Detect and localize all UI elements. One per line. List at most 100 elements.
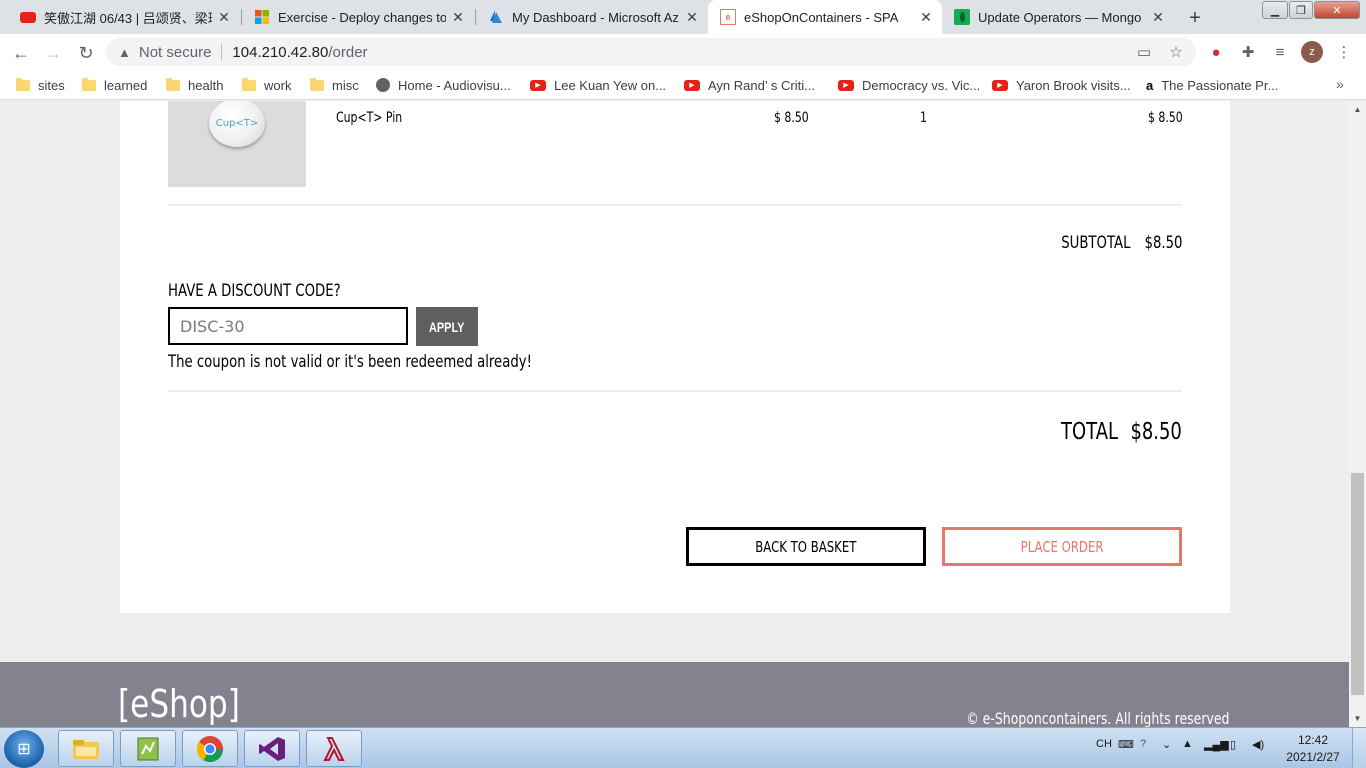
bookmark-work[interactable]: work bbox=[242, 76, 291, 94]
back-to-basket-button[interactable]: BACK TO BASKET bbox=[686, 527, 926, 566]
tab-title: 笑傲江湖 06/43 | 吕颂贤、梁琤 bbox=[44, 10, 212, 26]
bookmark-label: learned bbox=[104, 77, 148, 93]
bookmark-lee-kuan-yew[interactable]: ▶ Lee Kuan Yew on... bbox=[530, 76, 666, 94]
bookmark-label: misc bbox=[332, 77, 359, 93]
browser-tab-eshop[interactable]: e eShopOnContainers - SPA ✕ bbox=[708, 0, 942, 34]
bookmark-label: Democracy vs. Vic... bbox=[862, 77, 981, 93]
close-icon[interactable]: ✕ bbox=[684, 9, 700, 25]
show-hidden-icons-icon[interactable]: ▲ bbox=[1182, 738, 1193, 750]
file-explorer-icon[interactable] bbox=[58, 730, 114, 767]
browser-tab-exercise[interactable]: Exercise - Deploy changes to ✕ bbox=[242, 0, 474, 34]
browser-tab-strip: 笑傲江湖 06/43 | 吕颂贤、梁琤 ✕ Exercise - Deploy … bbox=[0, 0, 1366, 34]
cast-icon[interactable]: ▭ bbox=[1134, 42, 1154, 62]
media-control-icon[interactable]: ≡ bbox=[1270, 42, 1290, 62]
adblock-icon[interactable]: ● bbox=[1206, 42, 1226, 62]
close-icon[interactable]: ✕ bbox=[918, 9, 934, 25]
folder-icon bbox=[310, 77, 324, 91]
close-icon[interactable]: ✕ bbox=[216, 9, 232, 25]
close-icon[interactable]: ✕ bbox=[450, 9, 466, 25]
start-button[interactable]: ⊞ bbox=[4, 730, 44, 768]
chrome-icon[interactable] bbox=[182, 730, 238, 767]
system-clock[interactable]: 12:42 2021/2/27 bbox=[1282, 732, 1344, 766]
notes-icon[interactable] bbox=[120, 730, 176, 767]
place-order-button[interactable]: PLACE ORDER bbox=[942, 527, 1182, 566]
bookmark-label: health bbox=[188, 77, 224, 93]
bookmark-label: Lee Kuan Yew on... bbox=[554, 77, 667, 93]
bookmark-home-audiovisual[interactable]: Home - Audiovisu... bbox=[376, 76, 511, 94]
browser-toolbar: ← → ↻ ▲ Not secure 104.210.42.80 /order … bbox=[0, 34, 1366, 70]
subtotal-value: $8.50 bbox=[1144, 233, 1182, 253]
minimize-button[interactable]: ▁ bbox=[1262, 1, 1288, 19]
os-taskbar: ⊞ CH ⌨ ? ⌄ ▲ ▂▄▆ ▯ ◀) 12:42 2021/2/27 bbox=[0, 727, 1366, 768]
back-arrow-icon[interactable]: ← bbox=[8, 40, 34, 66]
footer-brand[interactable]: [eShop] bbox=[118, 682, 240, 726]
close-icon[interactable]: ✕ bbox=[1150, 9, 1166, 25]
scrollbar-thumb[interactable] bbox=[1351, 473, 1364, 695]
browser-tab-mongodb[interactable]: Update Operators — Mongo ✕ bbox=[942, 0, 1174, 34]
bookmark-health[interactable]: health bbox=[166, 76, 223, 94]
address-bar[interactable]: ▲ Not secure 104.210.42.80 /order bbox=[106, 38, 1196, 66]
menu-icon[interactable]: ⋮ bbox=[1334, 42, 1354, 62]
keyboard-icon[interactable]: ⌨ bbox=[1118, 738, 1134, 751]
bookmark-passionate[interactable]: a The Passionate Pr... bbox=[1146, 76, 1278, 94]
bookmark-label: Ayn Rand’ s Criti... bbox=[708, 77, 815, 93]
restore-button[interactable]: ❐ bbox=[1289, 1, 1313, 19]
azure-icon bbox=[488, 9, 504, 25]
bookmark-sites[interactable]: sites bbox=[16, 76, 65, 94]
power-icon[interactable]: ▯ bbox=[1230, 738, 1236, 751]
browser-tab-youtube[interactable]: 笑傲江湖 06/43 | 吕颂贤、梁琤 ✕ bbox=[8, 0, 240, 34]
vertical-scrollbar[interactable]: ▲ ▼ bbox=[1349, 101, 1366, 727]
tray-language[interactable]: CH bbox=[1096, 738, 1112, 750]
network-icon[interactable]: ▂▄▆ bbox=[1204, 738, 1229, 751]
reload-icon[interactable]: ↻ bbox=[73, 40, 99, 66]
globe-icon bbox=[376, 78, 390, 92]
folder-icon bbox=[82, 77, 96, 91]
extensions-icon[interactable]: ✚ bbox=[1238, 42, 1258, 62]
bookmark-label: Yaron Brook visits... bbox=[1016, 77, 1131, 93]
page-viewport: Cup<T> Cup<T> Pin $ 8.50 1 $ 8.50 SUBTOT… bbox=[0, 101, 1349, 727]
bookmark-label: sites bbox=[38, 77, 65, 93]
apply-button[interactable]: APPLY bbox=[416, 307, 478, 346]
discount-code-input[interactable] bbox=[168, 307, 408, 345]
new-tab-button[interactable]: + bbox=[1182, 5, 1208, 31]
bookmark-star-icon[interactable]: ☆ bbox=[1166, 42, 1186, 62]
youtube-icon: ▶ bbox=[992, 79, 1008, 91]
bookmark-ayn-rand[interactable]: ▶ Ayn Rand’ s Criti... bbox=[684, 76, 815, 94]
help-icon[interactable]: ? bbox=[1140, 738, 1146, 750]
profile-avatar[interactable]: z bbox=[1301, 41, 1323, 63]
divider bbox=[168, 204, 1182, 206]
total-value: $8.50 bbox=[1130, 419, 1182, 445]
page-footer: [eShop] © e-Shoponcontainers. All rights… bbox=[0, 662, 1349, 727]
bookmark-yaron-brook[interactable]: ▶ Yaron Brook visits... bbox=[992, 76, 1131, 94]
tab-title: My Dashboard - Microsoft Az bbox=[512, 9, 679, 25]
lambda-app-icon[interactable] bbox=[306, 730, 362, 767]
scroll-down-icon[interactable]: ▼ bbox=[1349, 710, 1366, 727]
chevron-right-icon[interactable]: » bbox=[1336, 76, 1344, 92]
tray-menu-icon[interactable]: ⌄ bbox=[1162, 738, 1171, 751]
bookmark-learned[interactable]: learned bbox=[82, 76, 147, 94]
close-window-button[interactable]: ✕ bbox=[1314, 1, 1360, 19]
browser-tab-azure[interactable]: My Dashboard - Microsoft Az ✕ bbox=[476, 0, 708, 34]
volume-icon[interactable]: ◀) bbox=[1252, 738, 1264, 751]
youtube-icon bbox=[20, 9, 36, 25]
bookmark-misc[interactable]: misc bbox=[310, 76, 359, 94]
apply-label: APPLY bbox=[429, 318, 465, 335]
bookmark-democracy[interactable]: ▶ Democracy vs. Vic... bbox=[838, 76, 980, 94]
address-host: 104.210.42.80 bbox=[232, 43, 329, 61]
security-label: Not secure bbox=[138, 43, 212, 61]
scroll-up-icon[interactable]: ▲ bbox=[1349, 101, 1366, 118]
folder-icon bbox=[242, 77, 256, 91]
bookmarks-bar: sites learned health work misc Home - Au… bbox=[0, 70, 1366, 100]
forward-arrow-icon[interactable]: → bbox=[40, 40, 66, 66]
eshop-icon: e bbox=[720, 9, 736, 25]
folder-icon bbox=[16, 77, 30, 91]
visual-studio-icon[interactable] bbox=[244, 730, 300, 767]
youtube-icon: ▶ bbox=[838, 79, 854, 91]
show-desktop-button[interactable] bbox=[1352, 728, 1366, 768]
youtube-icon: ▶ bbox=[530, 79, 546, 91]
footer-copyright: © e-Shoponcontainers. All rights reserve… bbox=[965, 709, 1229, 727]
address-divider bbox=[221, 43, 223, 61]
tab-title: Update Operators — Mongo bbox=[978, 9, 1142, 25]
tab-title: Exercise - Deploy changes to bbox=[278, 9, 446, 25]
clock-date: 2021/2/27 bbox=[1286, 750, 1340, 764]
